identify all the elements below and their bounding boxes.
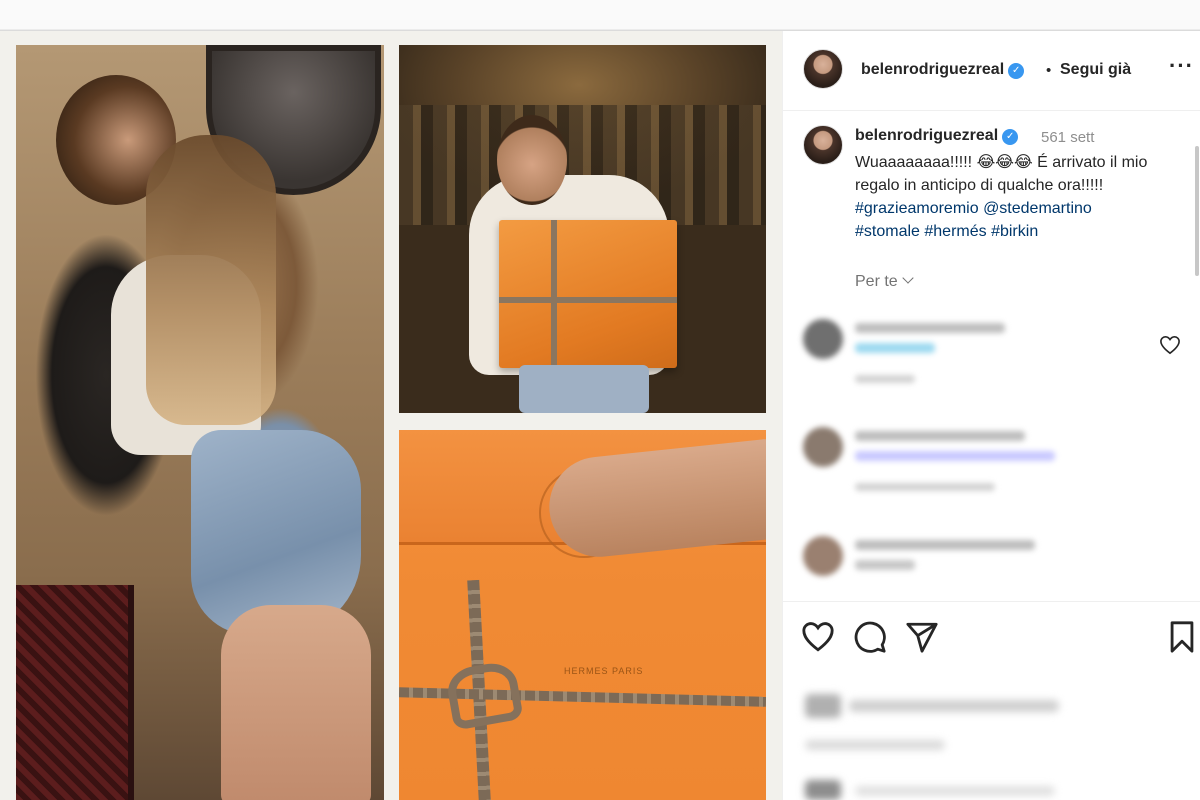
blurred-liker-avatars (805, 694, 841, 718)
box-ribbon-vertical (551, 220, 557, 368)
denim-shorts-small (519, 365, 649, 413)
photo-box-closeup: HERMES PARIS (399, 430, 766, 800)
heart-icon[interactable] (801, 620, 835, 654)
comment-filter-dropdown[interactable]: Per te (855, 272, 914, 291)
caption-avatar[interactable] (803, 125, 843, 165)
chevron-down-icon (902, 272, 914, 284)
comment-filter-label: Per te (855, 273, 898, 290)
post-header: belenrodriguezreal ✓ • Segui già ··· (783, 31, 1200, 111)
blurred-post-date (805, 740, 945, 750)
post-actions-bar (783, 601, 1200, 800)
browser-top-strip (0, 0, 1200, 30)
commenter-avatar[interactable] (803, 536, 843, 576)
comment-item (803, 427, 1193, 517)
separator-dot: • (1046, 62, 1052, 79)
username-text: belenrodriguezreal (861, 61, 1005, 78)
legs (221, 605, 371, 800)
commenter-avatar[interactable] (803, 319, 843, 359)
hashtag-link[interactable]: #grazieamoremio (855, 200, 979, 217)
heart-icon[interactable] (1159, 335, 1181, 355)
blurred-comment-line (855, 560, 915, 570)
blurred-reply-link[interactable] (855, 483, 995, 491)
box-brand-text: HERMES PARIS (564, 666, 644, 676)
long-hair (146, 135, 276, 425)
hashtag-link[interactable]: #stomale (855, 223, 920, 240)
box-ribbon-horizontal (499, 297, 677, 303)
post-sidebar: belenrodriguezreal ✓ • Segui già ··· bele… (782, 31, 1200, 800)
ribbon-bow (444, 659, 524, 731)
comments-scrollbar[interactable] (1195, 146, 1199, 276)
blurred-add-comment[interactable] (855, 786, 1055, 796)
share-icon[interactable] (905, 620, 939, 654)
hashtag-link[interactable]: #birkin (991, 223, 1038, 240)
verified-badge-icon: ✓ (1002, 129, 1019, 145)
photo-couple-hug (16, 45, 384, 800)
instagram-post: HERMES PARIS belenrodriguezreal ✓ • Segui… (0, 30, 1200, 800)
blurred-comment-line (855, 540, 1035, 550)
blurred-comment-avatar (805, 780, 841, 800)
following-button[interactable]: Segui già (1060, 61, 1131, 79)
verified-badge-icon: ✓ (1008, 63, 1025, 79)
username-link[interactable]: belenrodriguezreal ✓ (861, 61, 1025, 79)
comment-item (803, 319, 1193, 409)
photo-holding-box (399, 45, 766, 413)
caption-text: Wuaaaaaaaa!!!!! 😂😂😂 É arrivato il mio re… (855, 154, 1148, 194)
blurred-comment-line (855, 323, 1005, 333)
blurred-likes-text[interactable] (849, 700, 1059, 712)
avatar[interactable] (803, 49, 843, 89)
hashtag-link[interactable]: #hermés (924, 223, 986, 240)
plaid-chair (16, 585, 134, 800)
blurred-comment-line (855, 343, 935, 353)
post-caption: Wuaaaaaaaa!!!!! 😂😂😂 É arrivato il mio re… (855, 151, 1185, 243)
comment-icon[interactable] (853, 620, 887, 654)
mention-link[interactable]: @stedemartino (983, 200, 1092, 217)
woman-face (497, 115, 567, 205)
blurred-comment-line (855, 431, 1025, 441)
caption-username-text: belenrodriguezreal (855, 127, 999, 144)
post-timestamp[interactable]: 561 sett (1041, 129, 1094, 146)
blurred-comment-line (855, 451, 1055, 461)
more-options-icon[interactable]: ··· (1169, 53, 1194, 79)
post-media[interactable]: HERMES PARIS (0, 31, 782, 800)
blurred-reply-link[interactable] (855, 375, 915, 383)
bookmark-icon[interactable] (1165, 620, 1199, 654)
caption-username-link[interactable]: belenrodriguezreal ✓ (855, 127, 1019, 145)
commenter-avatar[interactable] (803, 427, 843, 467)
orange-gift-box (499, 220, 677, 368)
